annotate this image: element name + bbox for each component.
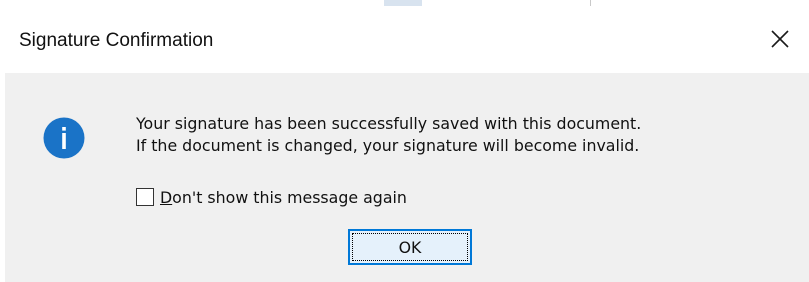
checkbox-box[interactable] bbox=[136, 188, 154, 206]
checkbox-accelerator: D bbox=[160, 187, 173, 207]
ok-button-label: OK bbox=[398, 237, 422, 257]
message-text: Your signature has been successfully sav… bbox=[136, 113, 641, 157]
close-icon bbox=[771, 30, 789, 48]
message-line-2: If the document is changed, your signatu… bbox=[136, 136, 640, 155]
message-line-1: Your signature has been successfully sav… bbox=[136, 114, 642, 133]
ok-button[interactable]: OK bbox=[348, 229, 472, 265]
background-divider bbox=[590, 0, 591, 6]
page: Signature Confirmation Your signature ha… bbox=[0, 0, 809, 282]
info-icon bbox=[43, 117, 85, 159]
dialog-title: Signature Confirmation bbox=[19, 30, 214, 51]
signature-confirmation-dialog: Signature Confirmation Your signature ha… bbox=[5, 8, 809, 282]
dont-show-again-checkbox[interactable]: Don't show this message again bbox=[136, 186, 407, 208]
background-window-strip bbox=[0, 0, 809, 8]
close-button[interactable] bbox=[751, 8, 809, 70]
title-bar: Signature Confirmation bbox=[5, 8, 809, 73]
checkbox-label: Don't show this message again bbox=[160, 188, 407, 207]
background-highlight bbox=[384, 0, 422, 6]
checkbox-label-rest: on't show this message again bbox=[172, 187, 407, 207]
